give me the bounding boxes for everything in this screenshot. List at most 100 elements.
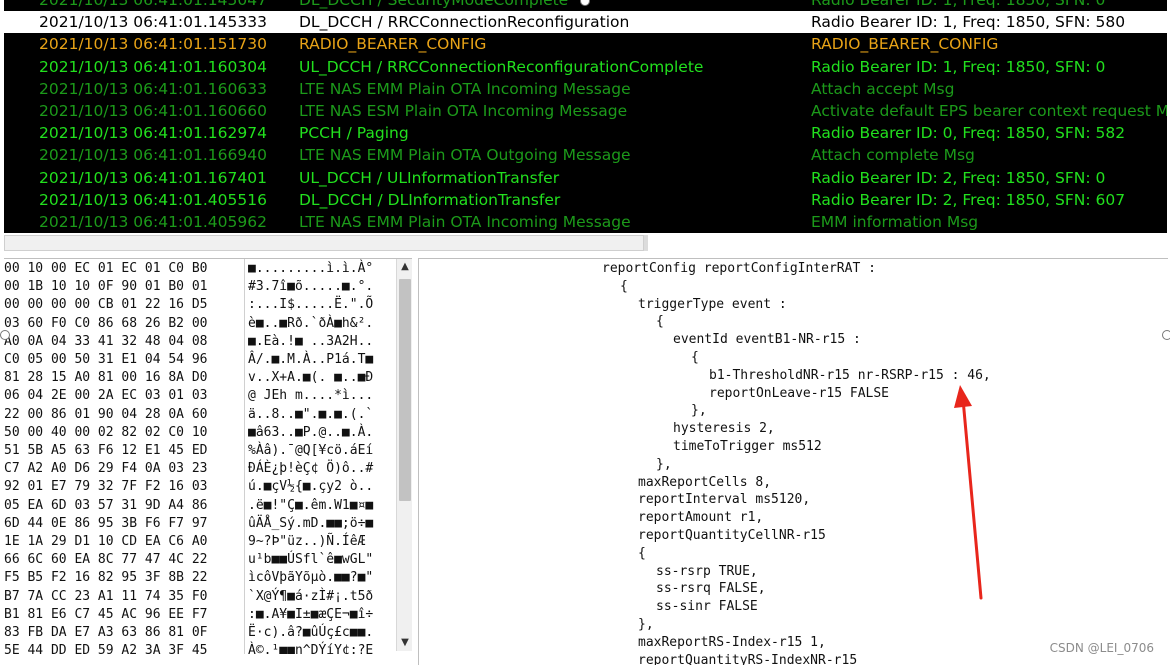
scroll-down-arrow-icon[interactable]: ▼ — [397, 635, 412, 651]
hex-bytes: 92 01 E7 79 32 7F F2 16 03 — [4, 479, 208, 495]
log-cell-time: 2021/10/13 06:41:01.405516 — [39, 190, 267, 209]
log-cell-time: 2021/10/13 06:41:01.160633 — [39, 79, 267, 98]
log-row[interactable]: 2021/10/13 06:41:01.160304 UL_DCCH / RRCC… — [4, 56, 1167, 78]
hex-ascii: ÐÁÈ¿þ!èÇ¢ Ö)ô..# — [248, 461, 374, 477]
log-cell-type: LTE NAS EMM Plain OTA Incoming Message — [299, 213, 631, 231]
log-row[interactable]: 2021/10/13 06:41:01.151730 RADIO_BEARER_C… — [4, 33, 1167, 55]
hex-ascii: ■â63..■P.@..■.À. — [248, 424, 374, 440]
log-cell-info: Radio Bearer ID: 1, Freq: 1850, SFN: 0 — [811, 0, 1106, 9]
hex-ascii: u¹b■■ÚSfl`ê■wGL" — [248, 552, 374, 568]
hex-bytes: 50 00 40 00 02 82 02 C0 10 — [4, 424, 208, 440]
hex-bytes: A0 0A 04 33 41 32 48 04 08 — [4, 333, 208, 349]
log-cell-info: Radio Bearer ID: 1, Freq: 1850, SFN: 580 — [811, 13, 1126, 32]
hex-ascii: Â/.■.M.À..P1á.T■ — [248, 352, 374, 367]
log-cell-type: DL_DCCH / RRCConnectionReconfiguration — [299, 13, 630, 32]
hex-ascii: ìcôVþãYõµò.■■?■" — [248, 570, 374, 586]
hex-ascii: .ë■!"Ç■.êm.W1■¤■ — [248, 497, 374, 513]
hex-bytes: 00 10 00 EC 01 EC 01 C0 B0 — [4, 261, 208, 276]
hex-ascii-divider — [244, 259, 245, 665]
log-cell-info: EMM information Msg — [811, 213, 979, 231]
hex-ascii: @ JEh m....*ì... — [248, 388, 374, 404]
log-cell-type: UL_DCCH / RRCConnectionReconfigurationCo… — [299, 57, 704, 76]
log-cell-time: 2021/10/13 06:41:01.405962 — [39, 213, 267, 231]
log-row[interactable]: 2021/10/13 06:41:01.167401 UL_DCCH / ULIn… — [4, 167, 1167, 189]
hex-bytes: 81 28 15 A0 81 00 16 8A D0 — [4, 370, 208, 386]
hex-bytes: 83 FB DA E7 A3 63 86 81 0F — [4, 625, 208, 640]
log-cell-time: 2021/10/13 06:41:01.145047 — [39, 0, 267, 9]
hex-bytes: 00 00 00 00 CB 01 22 16 D5 — [4, 297, 208, 313]
log-cell-info: Radio Bearer ID: 0, Freq: 1850, SFN: 582 — [811, 124, 1126, 143]
log-cell-type: DL_DCCH / DLInformationTransfer — [299, 190, 561, 209]
log-row[interactable]: 2021/10/13 06:41:01.160660 LTE NAS ESM Pl… — [4, 100, 1167, 122]
annotation-arrow-head — [954, 385, 972, 408]
log-scroll-track[interactable] — [4, 235, 644, 251]
log-cell-type: LTE NAS EMM Plain OTA Outgoing Message — [299, 146, 631, 165]
hex-ascii: ûÄÅ_Sý.mD.■■;ö÷■ — [248, 515, 374, 531]
log-row[interactable]: 2021/10/13 06:41:01.405962 LTE NAS EMM Pl… — [4, 211, 1167, 233]
log-cell-info: Radio Bearer ID: 2, Freq: 1850, SFN: 607 — [811, 190, 1126, 209]
log-cell-time: 2021/10/13 06:41:01.162974 — [39, 124, 267, 143]
hex-bytes: B1 81 E6 C7 45 AC 96 EE F7 — [4, 606, 208, 622]
hex-ascii: :■.A¥■I±■æÇE¬■î÷ — [248, 606, 374, 622]
hex-ascii: `X@Ý¶■á·zÌ#¡.t5ð — [248, 588, 374, 604]
hex-bytes: B7 7A CC 23 A1 11 74 35 F0 — [4, 588, 208, 604]
log-cell-type: RADIO_BEARER_CONFIG — [299, 35, 487, 54]
selection-handle — [1162, 330, 1170, 340]
hex-bytes: 51 5B A5 63 F6 12 E1 45 ED — [4, 443, 208, 458]
log-cell-type: DL_DCCH / SecurityModeComplete — [299, 0, 569, 9]
hex-dump-pane[interactable]: 00 10 00 EC 01 EC 01 C0 B0 ■.........ì.ì.… — [4, 258, 412, 665]
hex-ascii: #3.7î■õ.....■.°. — [248, 279, 374, 295]
log-cell-time: 2021/10/13 06:41:01.166940 — [39, 146, 267, 165]
hex-bytes: 22 00 86 01 90 04 28 0A 60 — [4, 406, 208, 422]
hex-scroll-thumb[interactable] — [399, 279, 411, 501]
log-cell-time: 2021/10/13 06:41:01.145333 — [39, 13, 267, 32]
hex-bytes: 6D 44 0E 86 95 3B F6 F7 97 — [4, 515, 208, 531]
log-cell-info: Activate default EPS bearer context requ… — [811, 102, 1167, 120]
hex-ascii: è■..■Rð.`ðÀ■h&². — [248, 315, 374, 331]
hex-ascii: ■.........ì.ì.À° — [248, 261, 374, 276]
hex-ascii: ■.Eà.!■ ..3A2H.. — [248, 333, 374, 349]
hex-ascii: :...I$.....Ë.".Õ — [248, 297, 374, 313]
hex-bytes: C7 A2 A0 D6 29 F4 0A 03 23 — [4, 461, 208, 477]
hex-ascii: Ë·c).â?■ûÚç£c■■. — [248, 625, 374, 640]
log-row[interactable]: 2021/10/13 06:41:01.145333 DL_DCCH / RRCC… — [4, 11, 1167, 34]
log-splitter-grip[interactable] — [644, 235, 648, 251]
hex-ascii: 9~?Þ"üz..)Ñ.ÍêÆ — [248, 534, 374, 549]
annotation-arrow-shaft — [961, 397, 983, 600]
log-cell-info: Attach complete Msg — [811, 146, 975, 165]
hex-horizontal-scrollbar[interactable] — [4, 654, 396, 665]
hex-bytes: 1E 1A 29 D1 10 CD EA C6 A0 — [4, 534, 208, 549]
log-cell-info: Attach accept Msg — [811, 79, 955, 98]
log-cell-type: LTE NAS ESM Plain OTA Incoming Message — [299, 102, 628, 120]
log-cell-type: PCCH / Paging — [299, 124, 409, 143]
watermark: CSDN @LEI_0706 — [1049, 641, 1154, 655]
decoded-message-pane[interactable]: reportConfig reportConfigInterRAT :{trig… — [418, 258, 1168, 665]
log-row[interactable]: 2021/10/13 06:41:01.405516 DL_DCCH / DLIn… — [4, 189, 1167, 211]
log-cell-time: 2021/10/13 06:41:01.160304 — [39, 57, 267, 76]
hex-ascii: ú.■çV½{■.çy2 ò.. — [248, 479, 374, 495]
log-cell-time: 2021/10/13 06:41:01.167401 — [39, 168, 267, 187]
log-cell-type: UL_DCCH / ULInformationTransfer — [299, 168, 560, 187]
log-horizontal-scrollbar[interactable] — [4, 233, 1167, 253]
hex-ascii: v..X+A.■(. ■..■Ð — [248, 370, 374, 386]
hex-vertical-scrollbar[interactable]: ▲ ▼ — [396, 259, 412, 651]
scroll-up-arrow-icon[interactable]: ▲ — [397, 259, 412, 275]
hex-bytes: 03 60 F0 C0 86 68 26 B2 00 — [4, 315, 208, 331]
hex-bytes: 00 1B 10 10 0F 90 01 B0 01 — [4, 279, 208, 295]
hex-bytes: 05 EA 6D 03 57 31 9D A4 86 — [4, 497, 208, 513]
log-cell-info: RADIO_BEARER_CONFIG — [811, 35, 999, 54]
log-cell-info: Radio Bearer ID: 1, Freq: 1850, SFN: 0 — [811, 57, 1106, 76]
hex-bytes: 66 6C 60 EA 8C 77 47 4C 22 — [4, 552, 208, 568]
message-log-list[interactable]: 2021/10/13 06:41:01.145047 DL_DCCH / Secu… — [4, 0, 1167, 233]
annotation-arrow-icon — [954, 385, 983, 600]
hex-bytes: 06 04 2E 00 2A EC 03 01 03 — [4, 388, 208, 404]
hex-bytes: C0 05 00 50 31 E1 04 54 96 — [4, 352, 208, 367]
log-row[interactable]: 2021/10/13 06:41:01.162974 PCCH / Paging R… — [4, 122, 1167, 144]
log-cell-type: LTE NAS EMM Plain OTA Incoming Message — [299, 79, 631, 98]
log-cell-time: 2021/10/13 06:41:01.151730 — [39, 35, 267, 54]
log-row[interactable]: 2021/10/13 06:41:01.166940 LTE NAS EMM Pl… — [4, 144, 1167, 166]
selection-handle — [0, 330, 10, 340]
hex-ascii: ä..8..■".■.■.(.` — [248, 406, 374, 422]
log-row[interactable]: 2021/10/13 06:41:01.160633 LTE NAS EMM Pl… — [4, 78, 1167, 100]
log-cell-info: Radio Bearer ID: 2, Freq: 1850, SFN: 0 — [811, 168, 1106, 187]
